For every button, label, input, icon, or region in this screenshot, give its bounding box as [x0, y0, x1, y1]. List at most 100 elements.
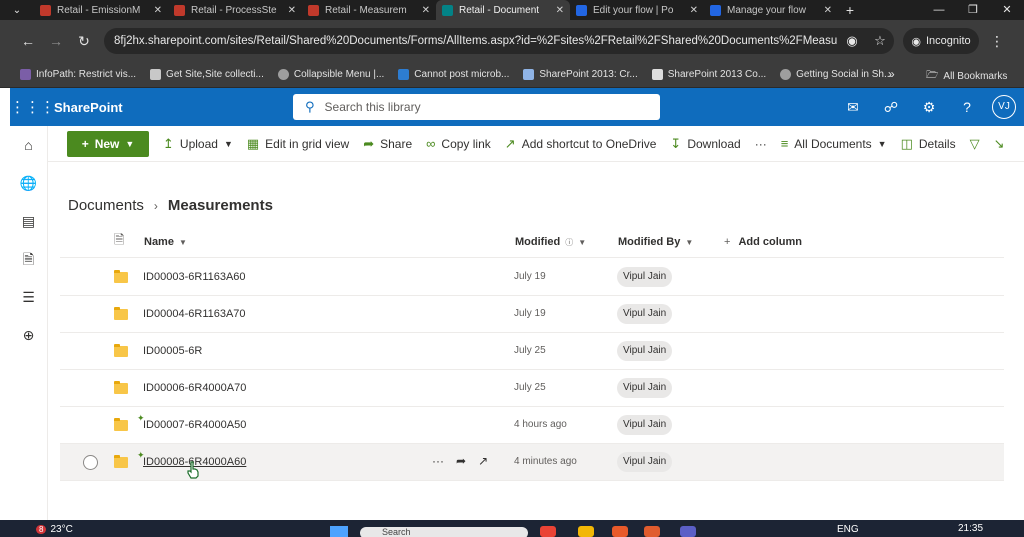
bookmark-item[interactable]: Get Site,Site collecti... [150, 69, 264, 80]
table-row[interactable]: ID00006-6R4000A70 July 25 Vipul Jain [60, 370, 1004, 407]
more-actions-icon[interactable]: ··· [432, 454, 444, 468]
app-icon[interactable] [644, 526, 660, 537]
app-icon[interactable] [612, 526, 628, 537]
new-button[interactable]: + New ▼ [67, 130, 149, 157]
browser-menu-icon[interactable]: ⋮ [990, 33, 1004, 50]
reload-icon[interactable]: ↻ [70, 33, 98, 50]
filter-button[interactable]: ▽ [970, 136, 980, 152]
forward-icon[interactable]: → [42, 33, 70, 49]
weather-widget[interactable]: 8 23°C [36, 524, 73, 535]
add-shortcut-button[interactable]: ↗ Add shortcut to OneDrive [505, 136, 657, 152]
clock[interactable]: 21:35 [958, 523, 983, 534]
edit-grid-button[interactable]: ▦ Edit in grid view [247, 136, 349, 152]
more-bookmarks-icon[interactable]: » [888, 67, 895, 81]
details-button[interactable]: ◫ Details [901, 136, 956, 152]
share-button[interactable]: ➦ Share [363, 136, 412, 152]
table-row[interactable]: ID00003-6R1163A60 July 19 Vipul Jain [60, 259, 1004, 296]
back-icon[interactable]: ← [14, 33, 42, 49]
minimize-icon[interactable]: — [922, 0, 956, 20]
gear-icon[interactable]: ⚙ [910, 99, 948, 116]
item-modified-by[interactable]: Vipul Jain [617, 452, 673, 472]
create-icon[interactable]: ⊕ [10, 316, 47, 354]
add-column-button[interactable]: + Add column [724, 236, 802, 248]
bookmark-item[interactable]: Collapsible Menu |... [277, 69, 384, 80]
item-modified-by[interactable]: Vipul Jain [617, 378, 673, 398]
file-icon[interactable]: 🗎 [10, 240, 47, 278]
row-select-radio[interactable] [83, 455, 98, 470]
item-modified: July 19 [514, 271, 546, 282]
table-row[interactable]: ID00005-6R July 25 Vipul Jain [60, 333, 1004, 370]
close-tab-icon[interactable]: ✕ [690, 5, 698, 16]
share-icon[interactable]: ➦ [456, 454, 466, 468]
bookmark-item[interactable]: SharePoint 2013: Cr... [523, 69, 638, 80]
item-modified-by[interactable]: Vipul Jain [617, 341, 673, 361]
file-type-icon[interactable]: 🗎 [114, 231, 124, 253]
eye-slash-icon[interactable]: ◉ [838, 33, 866, 49]
table-row[interactable]: ID00004-6R1163A70 July 19 Vipul Jain [60, 296, 1004, 333]
restore-icon[interactable]: ❐ [956, 0, 990, 20]
taskbar-search-input[interactable]: Search [360, 527, 528, 537]
incognito-indicator[interactable]: ◉ Incognito [903, 28, 979, 54]
megaphone-icon[interactable]: ✉ [834, 99, 872, 116]
upload-button[interactable]: ↥ Upload ▼ [163, 136, 233, 152]
news-icon[interactable]: ▤ [10, 202, 47, 240]
bookmark-item[interactable]: InfoPath: Restrict vis... [20, 69, 136, 80]
app-launcher-icon[interactable]: ⋮⋮⋮ [10, 98, 55, 116]
new-tab-button[interactable]: + [838, 0, 862, 20]
start-icon[interactable] [330, 526, 348, 537]
collapse-button[interactable]: ↘ [994, 136, 1005, 152]
more-commands-button[interactable]: ··· [755, 137, 767, 151]
tab-search-icon[interactable]: ⌄ [0, 0, 34, 20]
avatar[interactable]: VJ [992, 95, 1016, 119]
bookmark-item[interactable]: Getting Social in Sh... [780, 69, 892, 80]
browser-tab[interactable]: Retail - ProcessSte ✕ [168, 0, 302, 20]
download-label: Download [687, 136, 741, 151]
open-icon[interactable]: ↗ [478, 454, 488, 468]
bookmark-item[interactable]: Cannot post microb... [398, 69, 509, 80]
home-icon[interactable]: ⌂ [10, 126, 47, 164]
app-icon[interactable] [578, 526, 594, 537]
copy-link-button[interactable]: ∞ Copy link [426, 136, 491, 151]
column-name[interactable]: Name ▼ [144, 236, 187, 248]
close-tab-icon[interactable]: ✕ [422, 5, 430, 16]
browser-tab[interactable]: Retail - EmissionM ✕ [34, 0, 168, 20]
item-modified-by[interactable]: Vipul Jain [617, 267, 673, 287]
language-indicator[interactable]: ENG [837, 524, 859, 535]
item-modified-by[interactable]: Vipul Jain [617, 415, 673, 435]
item-name[interactable]: ID00004-6R1163A70 [143, 308, 246, 320]
all-bookmarks-folder[interactable]: 🗁 All Bookmarks [926, 68, 1007, 85]
browser-tab[interactable]: Edit your flow | Po ✕ [570, 0, 704, 20]
table-row[interactable]: ✦ ID00008-6R4000A60 ··· ➦ ↗ 4 minutes ag… [60, 444, 1004, 481]
item-name[interactable]: ID00007-6R4000A50 [143, 419, 246, 431]
breadcrumb: Documents › Measurements [68, 197, 273, 214]
globe-icon[interactable]: 🌐 [10, 164, 47, 202]
item-modified-by[interactable]: Vipul Jain [617, 304, 673, 324]
browser-tab[interactable]: Manage your flow ✕ [704, 0, 838, 20]
network-icon[interactable]: ☍ [872, 99, 910, 116]
item-name[interactable]: ID00005-6R [143, 345, 202, 357]
sharepoint-brand[interactable]: SharePoint [54, 100, 123, 115]
column-modified-by[interactable]: Modified By ▼ [618, 236, 693, 248]
close-tab-icon[interactable]: ✕ [154, 5, 162, 16]
browser-tab[interactable]: Retail - Measurem ✕ [302, 0, 436, 20]
item-name[interactable]: ID00006-6R4000A70 [143, 382, 246, 394]
bookmark-star-icon[interactable]: ☆ [866, 33, 894, 49]
close-tab-icon[interactable]: ✕ [824, 5, 832, 16]
library-search-input[interactable]: ⚲ Search this library [293, 94, 660, 120]
download-button[interactable]: ↧ Download [670, 136, 740, 152]
column-modified[interactable]: Modified ⓘ ▼ [515, 236, 586, 248]
close-window-icon[interactable]: ✕ [990, 0, 1024, 20]
bookmark-item[interactable]: SharePoint 2013 Co... [651, 69, 766, 80]
item-name[interactable]: ID00003-6R1163A60 [143, 271, 246, 283]
teams-icon[interactable] [680, 526, 696, 537]
browser-tab-active[interactable]: Retail - Document ✕ [436, 0, 570, 20]
address-bar[interactable]: 8fj2hx.sharepoint.com/sites/Retail/Share… [104, 28, 894, 54]
help-icon[interactable]: ? [948, 99, 986, 115]
list-icon[interactable]: ☰ [10, 278, 47, 316]
close-tab-icon[interactable]: ✕ [288, 5, 296, 16]
chrome-icon[interactable] [540, 526, 556, 537]
breadcrumb-documents[interactable]: Documents [68, 197, 144, 214]
view-switcher[interactable]: ≡ All Documents ▼ [781, 136, 887, 151]
table-row[interactable]: ✦ ID00007-6R4000A50 4 hours ago Vipul Ja… [60, 407, 1004, 444]
close-tab-icon[interactable]: ✕ [556, 5, 564, 16]
